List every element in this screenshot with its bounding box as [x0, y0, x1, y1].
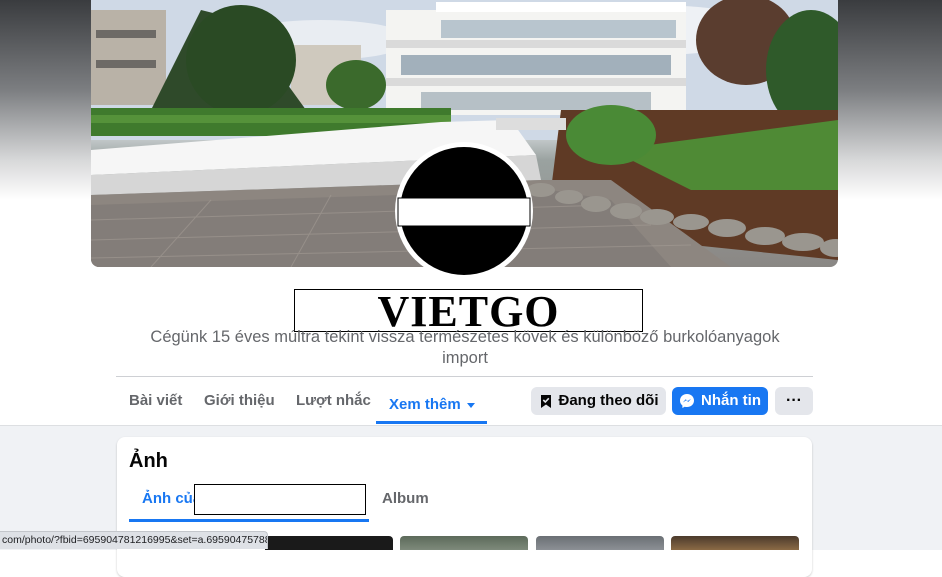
photo-thumbnail[interactable]	[400, 536, 528, 550]
photos-card-title: Ảnh	[129, 450, 168, 472]
tab-see-more[interactable]: Xem thêm	[389, 386, 475, 424]
profile-avatar[interactable]	[395, 142, 533, 280]
following-label: Đang theo dõi	[558, 392, 659, 409]
tab-see-more-label: Xem thêm	[389, 396, 461, 413]
browser-status-url: com/photo/?fbid=695904781216995&set=a.69…	[0, 531, 268, 549]
photo-thumbnail[interactable]	[671, 536, 799, 550]
page-title: VIETGO	[294, 289, 643, 334]
more-dots-icon: ···	[786, 392, 802, 409]
tab-albums[interactable]: Album	[382, 490, 429, 507]
more-options-button[interactable]: ···	[775, 387, 813, 415]
caret-down-icon	[466, 403, 475, 408]
redacted-name-box	[194, 484, 366, 515]
tab-about[interactable]: Giới thiệu	[204, 386, 275, 424]
active-tab-indicator	[376, 421, 487, 424]
following-button[interactable]: Đang theo dõi	[531, 387, 666, 415]
photo-thumbnail[interactable]	[265, 536, 393, 550]
message-label: Nhắn tin	[701, 392, 761, 409]
tab-photos-of[interactable]: Ảnh của	[142, 490, 201, 507]
message-button[interactable]: Nhắn tin	[672, 387, 768, 415]
no-entry-logo-icon	[397, 144, 531, 278]
bookmark-check-icon	[540, 394, 551, 408]
nav-divider	[116, 376, 813, 377]
page-intro: Cégünk 15 éves múltra tekint vissza term…	[150, 328, 780, 367]
tab-mentions[interactable]: Lượt nhắc	[296, 386, 371, 424]
photo-thumbnail[interactable]	[536, 536, 664, 550]
tab-posts[interactable]: Bài viết	[129, 386, 182, 424]
messenger-icon	[680, 394, 694, 408]
photos-tab-indicator	[129, 519, 369, 522]
